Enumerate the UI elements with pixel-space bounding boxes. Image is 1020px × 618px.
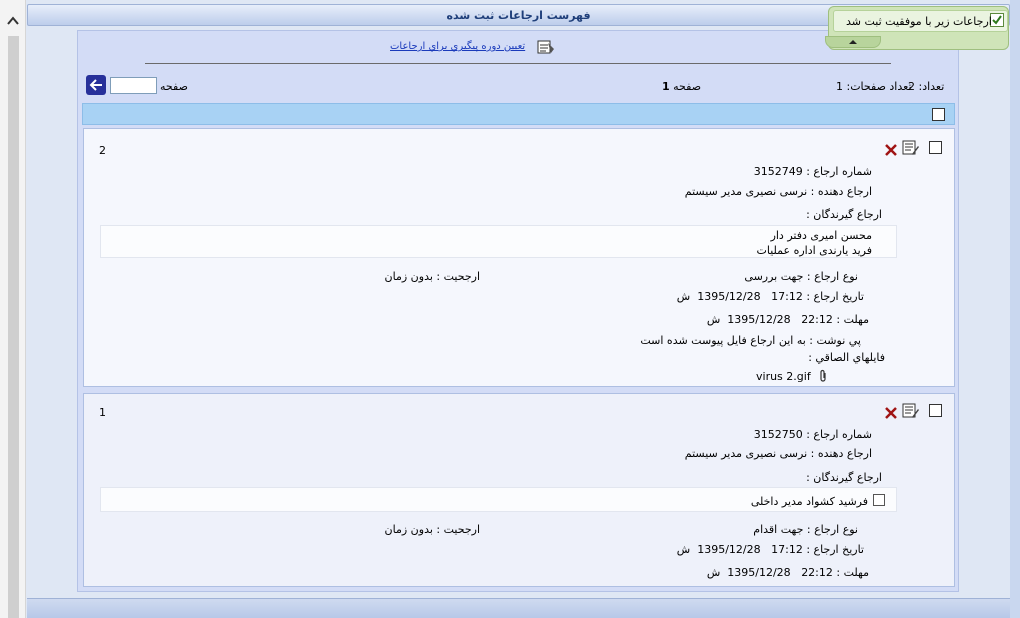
current-page-label: صفحه (673, 80, 702, 93)
referral-number: 3152749 (753, 165, 803, 178)
priority-row: ارجحيت : بدون زمان (384, 523, 480, 536)
recipients-label: ارجاع گيرندگان : (806, 208, 882, 221)
page-input-label: صفحه (160, 80, 188, 93)
recipient-item: فرشید کشواد مدیر داخلی (750, 495, 868, 508)
recipient-item: فرید یارندی اداره عملیات (756, 244, 873, 257)
referral-date: 17:12 1395/12/28 ش (676, 543, 803, 556)
priority-value: بدون زمان (384, 270, 433, 283)
sender-name: نرسی نصیری مدیر سیستم (684, 185, 808, 198)
calendar-icon[interactable] (537, 39, 555, 55)
record-index: 1 (99, 406, 106, 419)
sender-row: ارجاع دهنده : نرسی نصیری مدیر سیستم (684, 447, 872, 460)
current-page-value: 1 (662, 80, 670, 93)
referral-number-row: شماره ارجاع : 3152750 (753, 428, 872, 441)
select-all-checkbox[interactable] (932, 108, 945, 121)
record-select-checkbox[interactable] (929, 404, 942, 417)
attachment-link[interactable]: virus 2.gif (756, 369, 828, 383)
recipient-item: محسن امیری دفتر دار (770, 229, 872, 242)
deadline-value: 22:12 1395/12/28 ش (706, 313, 833, 326)
current-page-indicator: صفحه 1 (662, 80, 701, 93)
arrow-left-icon (89, 79, 102, 91)
header-divider (145, 63, 891, 64)
referral-type-row: نوع ارجاع : جهت بررسی (744, 270, 858, 283)
right-frame-strip (1010, 0, 1020, 618)
triangle-up-icon (849, 40, 857, 44)
deadline-row: مهلت : 22:12 1395/12/28 ش (706, 566, 869, 579)
record-select-checkbox[interactable] (929, 141, 942, 154)
recipient-checkbox[interactable] (873, 494, 885, 506)
followup-period-link[interactable]: تعيين دوره پيگيري براي ارجاعات (390, 41, 525, 52)
attachments-label: فايلهاي الصاقي : (808, 351, 885, 364)
referral-date: 17:12 1395/12/28 ش (676, 290, 803, 303)
referral-number: 3152750 (753, 428, 803, 441)
total-count: تعداد: 2 (908, 80, 945, 93)
referral-number-row: شماره ارجاع : 3152749 (753, 165, 872, 178)
note-text: به این ارجاع فایل پیوست شده است (640, 334, 806, 347)
toast-message: ارجاعات زير با موفقيت ثبت شد (846, 15, 992, 28)
delete-x-icon[interactable] (884, 406, 898, 420)
chevron-up-icon (7, 16, 19, 25)
deadline-row: مهلت : 22:12 1395/12/28 ش (706, 313, 869, 326)
toast-collapse-button[interactable] (825, 36, 881, 48)
paperclip-icon (820, 369, 826, 382)
referral-date-row: تاريخ ارجاع : 17:12 1395/12/28 ش (676, 290, 864, 303)
bottom-bar (27, 598, 1010, 618)
scrollbar-track[interactable] (8, 36, 19, 618)
page-number-input[interactable] (110, 77, 157, 94)
attachment-filename[interactable]: virus 2.gif (756, 370, 811, 383)
deadline-value: 22:12 1395/12/28 ش (706, 566, 833, 579)
go-to-page-button[interactable] (86, 75, 106, 95)
page-count: تعداد صفحات: 1 (836, 80, 912, 93)
sender-row: ارجاع دهنده : نرسی نصیری مدیر سیستم (684, 185, 872, 198)
checkmark-icon (990, 13, 1004, 27)
recipients-label: ارجاع گيرندگان : (806, 471, 882, 484)
select-all-bar (82, 103, 955, 125)
priority-value: بدون زمان (384, 523, 433, 536)
edit-note-icon[interactable] (902, 140, 920, 156)
referral-type: جهت بررسی (744, 270, 804, 283)
referral-type-row: نوع ارجاع : جهت اقدام (753, 523, 858, 536)
sender-name: نرسی نصیری مدیر سیستم (684, 447, 808, 460)
referral-type: جهت اقدام (753, 523, 804, 536)
referral-date-row: تاريخ ارجاع : 17:12 1395/12/28 ش (676, 543, 864, 556)
note-row: پي نوشت : به این ارجاع فایل پیوست شده اس… (640, 334, 861, 347)
scroll-up-button[interactable] (4, 10, 22, 32)
edit-note-icon[interactable] (902, 403, 920, 419)
record-index: 2 (99, 144, 106, 157)
priority-row: ارجحيت : بدون زمان (384, 270, 480, 283)
delete-x-icon[interactable] (884, 143, 898, 157)
